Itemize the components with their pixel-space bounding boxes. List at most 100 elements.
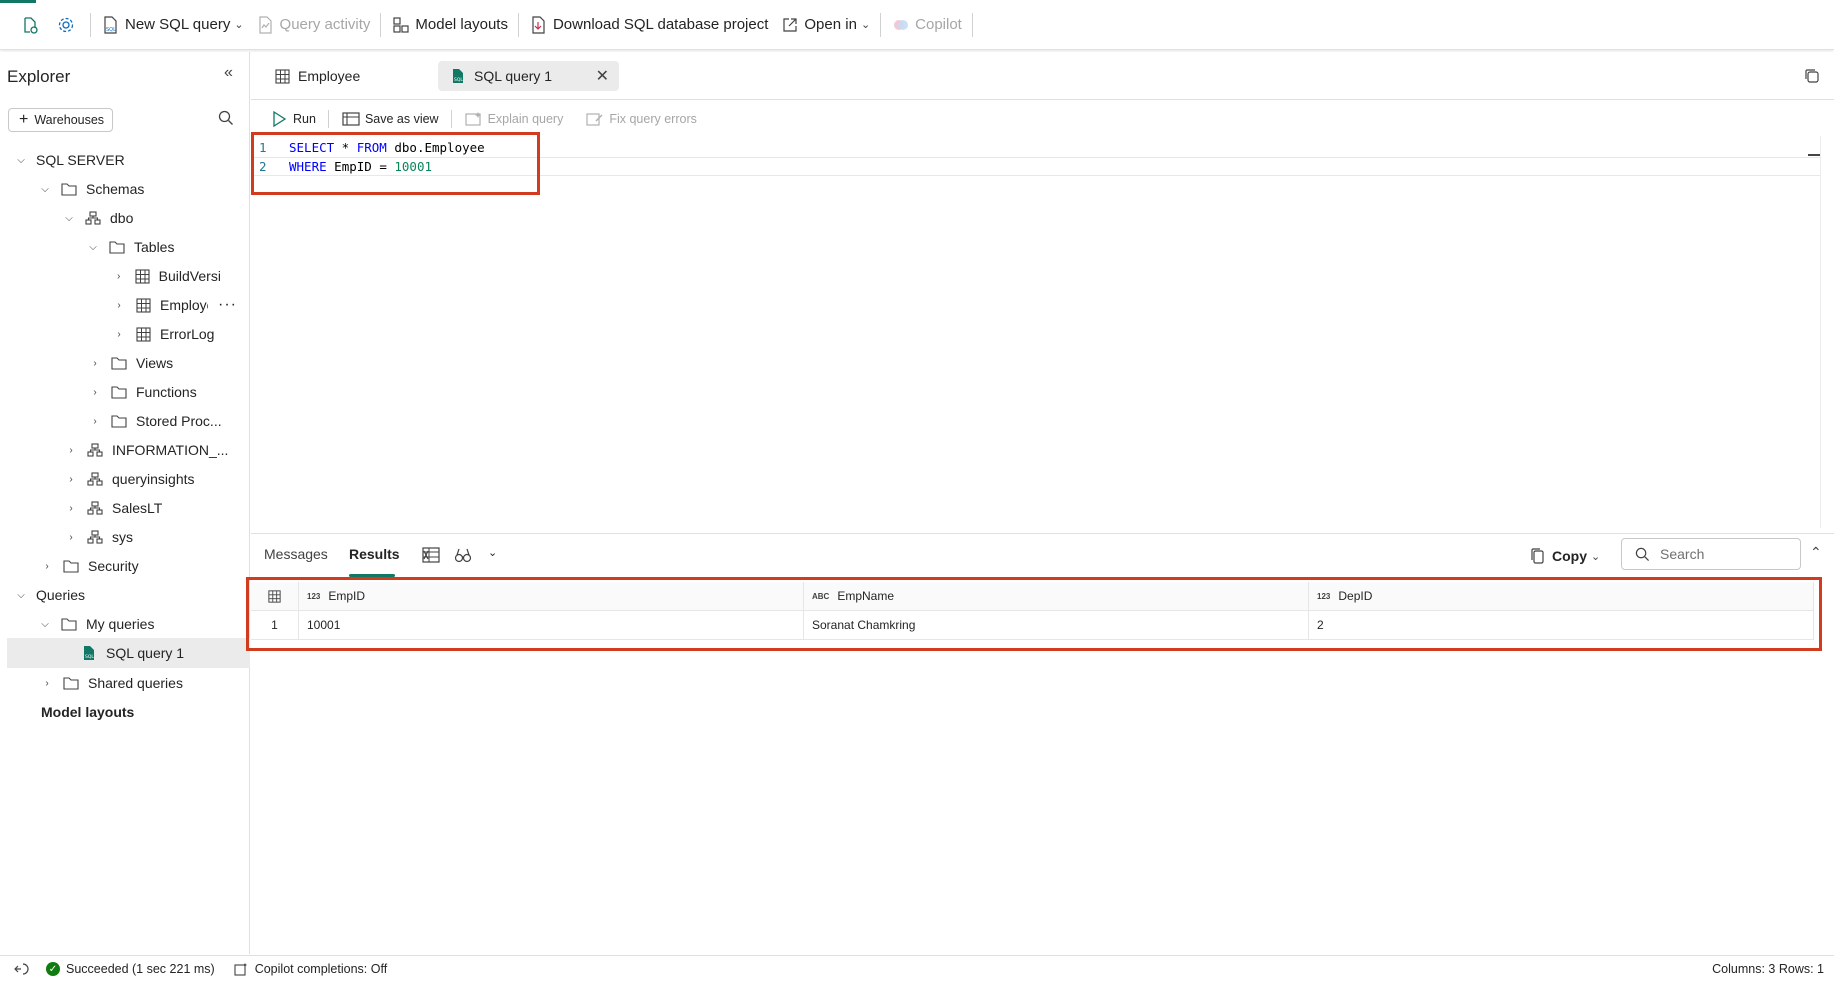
- new-sql-query-button[interactable]: SQL New SQL query ⌄: [95, 11, 250, 39]
- tab-messages[interactable]: Messages: [264, 546, 328, 562]
- explain-query-button[interactable]: Explain query: [464, 109, 563, 129]
- chevron-right-icon: ›: [93, 415, 97, 427]
- table-icon: [133, 268, 150, 284]
- plus-icon: +: [19, 111, 29, 128]
- tree-item-views[interactable]: › Views: [88, 348, 173, 378]
- tree-item-buildversion[interactable]: › BuildVersic: [112, 261, 220, 291]
- tree-item-shared-queries[interactable]: › Shared queries: [40, 668, 183, 698]
- chevron-down-icon: ⌵: [41, 618, 49, 630]
- add-warehouses-label: Warehouses: [34, 113, 105, 127]
- tree-item-label: BuildVersic: [158, 268, 220, 284]
- tree-item-sql-server[interactable]: ⌵ SQL SERVER: [14, 145, 125, 175]
- chevron-down-icon: ⌄: [1591, 550, 1601, 563]
- schema-icon: [86, 500, 104, 516]
- refresh-button[interactable]: [14, 11, 50, 39]
- results-search-input[interactable]: Search: [1621, 538, 1801, 570]
- tree-item-sys[interactable]: › sys: [64, 522, 133, 552]
- save-as-view-button[interactable]: Save as view: [341, 109, 439, 129]
- checkmark-icon: ✓: [46, 962, 60, 976]
- query-activity-label: Query activity: [279, 16, 371, 33]
- folder-icon: [62, 558, 80, 574]
- result-summary: Columns: 3 Rows: 1: [1712, 962, 1824, 976]
- query-status-text: Succeeded (1 sec 221 ms): [66, 962, 215, 976]
- tree-item-errorlog[interactable]: › ErrorLog: [112, 319, 214, 349]
- tree-item-functions[interactable]: › Functions: [88, 377, 196, 407]
- sql-file-icon: SQL: [448, 66, 468, 86]
- settings-button[interactable]: [50, 11, 86, 39]
- tree-item-schemas[interactable]: ⌵ Schemas: [38, 174, 144, 204]
- chevron-right-icon: ›: [45, 560, 49, 572]
- tree-item-queryinsights[interactable]: › queryinsights: [64, 464, 194, 494]
- open-in-button[interactable]: Open in ⌄: [774, 11, 876, 39]
- tree-item-employee[interactable]: › Employe ···: [112, 290, 250, 320]
- download-project-button[interactable]: Download SQL database project: [523, 11, 774, 39]
- editor-scrollbar[interactable]: [1820, 136, 1834, 528]
- binoculars-icon[interactable]: [454, 547, 472, 566]
- query-highlight-box: [251, 132, 540, 195]
- download-project-label: Download SQL database project: [552, 16, 769, 33]
- sql-file-icon: SQL: [80, 645, 98, 661]
- tree-item-label: Stored Proc...: [136, 413, 222, 429]
- folder-icon: [110, 384, 128, 400]
- tree-item-information-schema[interactable]: › INFORMATION_...: [64, 435, 228, 465]
- copy-icon: [1528, 546, 1548, 566]
- fix-query-errors-button[interactable]: Fix query errors: [585, 109, 697, 129]
- svg-text:SQL: SQL: [85, 654, 94, 660]
- toolbar-divider: [90, 12, 91, 37]
- tree-item-model-layouts[interactable]: Model layouts: [41, 697, 134, 727]
- chevron-right-icon: ›: [117, 270, 121, 282]
- excel-export-icon[interactable]: [422, 547, 440, 566]
- tree-item-label: INFORMATION_...: [112, 442, 229, 458]
- add-warehouses-button[interactable]: + Warehouses: [8, 108, 113, 132]
- connection-toggle-icon[interactable]: [14, 963, 30, 975]
- download-icon: [529, 15, 549, 35]
- fix-errors-icon: [585, 109, 605, 129]
- collapse-panel-icon[interactable]: «: [224, 64, 233, 82]
- play-icon: [269, 109, 289, 129]
- tree-item-label: Queries: [36, 587, 86, 603]
- chevron-down-icon: ⌄: [234, 19, 244, 31]
- search-icon[interactable]: [218, 110, 234, 129]
- editor-toolbar: Run Save as view Explain query Fix query…: [251, 105, 1834, 133]
- tree-item-label: SQL SERVER: [36, 152, 125, 168]
- copilot-button[interactable]: Copilot: [885, 11, 968, 39]
- copy-window-icon[interactable]: [1804, 68, 1820, 87]
- more-options-icon[interactable]: ···: [218, 296, 237, 314]
- chevron-right-icon: ›: [117, 328, 121, 340]
- collapse-results-icon[interactable]: ⌃: [1810, 544, 1822, 561]
- activity-icon: [256, 15, 276, 35]
- chevron-down-icon[interactable]: ⌄: [488, 546, 497, 559]
- chevron-down-icon: ⌵: [17, 589, 25, 601]
- chevron-down-icon: ⌵: [17, 154, 25, 166]
- tree-item-label: Shared queries: [88, 675, 183, 691]
- toolbar-divider: [517, 12, 519, 37]
- toolbar-divider: [450, 110, 452, 128]
- editor-tabs: Employee SQL SQL query 1 ✕: [251, 52, 1834, 100]
- tab-results[interactable]: Results: [349, 546, 400, 562]
- toolbar-divider: [880, 12, 882, 37]
- folder-icon: [110, 355, 128, 371]
- tree-item-sql-query-1[interactable]: SQL SQL query 1: [7, 638, 250, 668]
- tree-item-my-queries[interactable]: ⌵ My queries: [38, 609, 154, 639]
- tab-label: SQL query 1: [474, 68, 553, 84]
- tab-sql-query-1[interactable]: SQL SQL query 1 ✕: [438, 61, 619, 91]
- tree-item-security[interactable]: › Security: [40, 551, 139, 581]
- chevron-down-icon: ⌵: [65, 212, 73, 224]
- copilot-completions-toggle[interactable]: Copilot completions: Off: [231, 959, 387, 979]
- tree-item-queries[interactable]: ⌵ Queries: [14, 580, 85, 610]
- run-button[interactable]: Run: [269, 109, 316, 129]
- tab-employee[interactable]: Employee: [262, 61, 370, 91]
- close-icon[interactable]: ✕: [596, 66, 609, 86]
- tree-item-saleslt[interactable]: › SalesLT: [64, 493, 162, 523]
- tree-item-label: Security: [88, 558, 139, 574]
- model-layout-icon: [391, 15, 411, 35]
- tree-item-stored-procedures[interactable]: › Stored Proc...: [88, 406, 222, 436]
- model-layouts-button[interactable]: Model layouts: [385, 11, 514, 39]
- tree-item-tables[interactable]: ⌵ Tables: [86, 232, 174, 262]
- chevron-right-icon: ›: [69, 444, 73, 456]
- copy-button[interactable]: Copy ⌄: [1528, 546, 1600, 566]
- query-activity-button[interactable]: Query activity: [250, 11, 377, 39]
- tree-item-dbo[interactable]: ⌵ dbo: [62, 203, 133, 233]
- folder-icon: [62, 675, 80, 691]
- explorer-panel: Explorer « + Warehouses ⌵ SQL SERVER ⌵ S…: [0, 52, 250, 954]
